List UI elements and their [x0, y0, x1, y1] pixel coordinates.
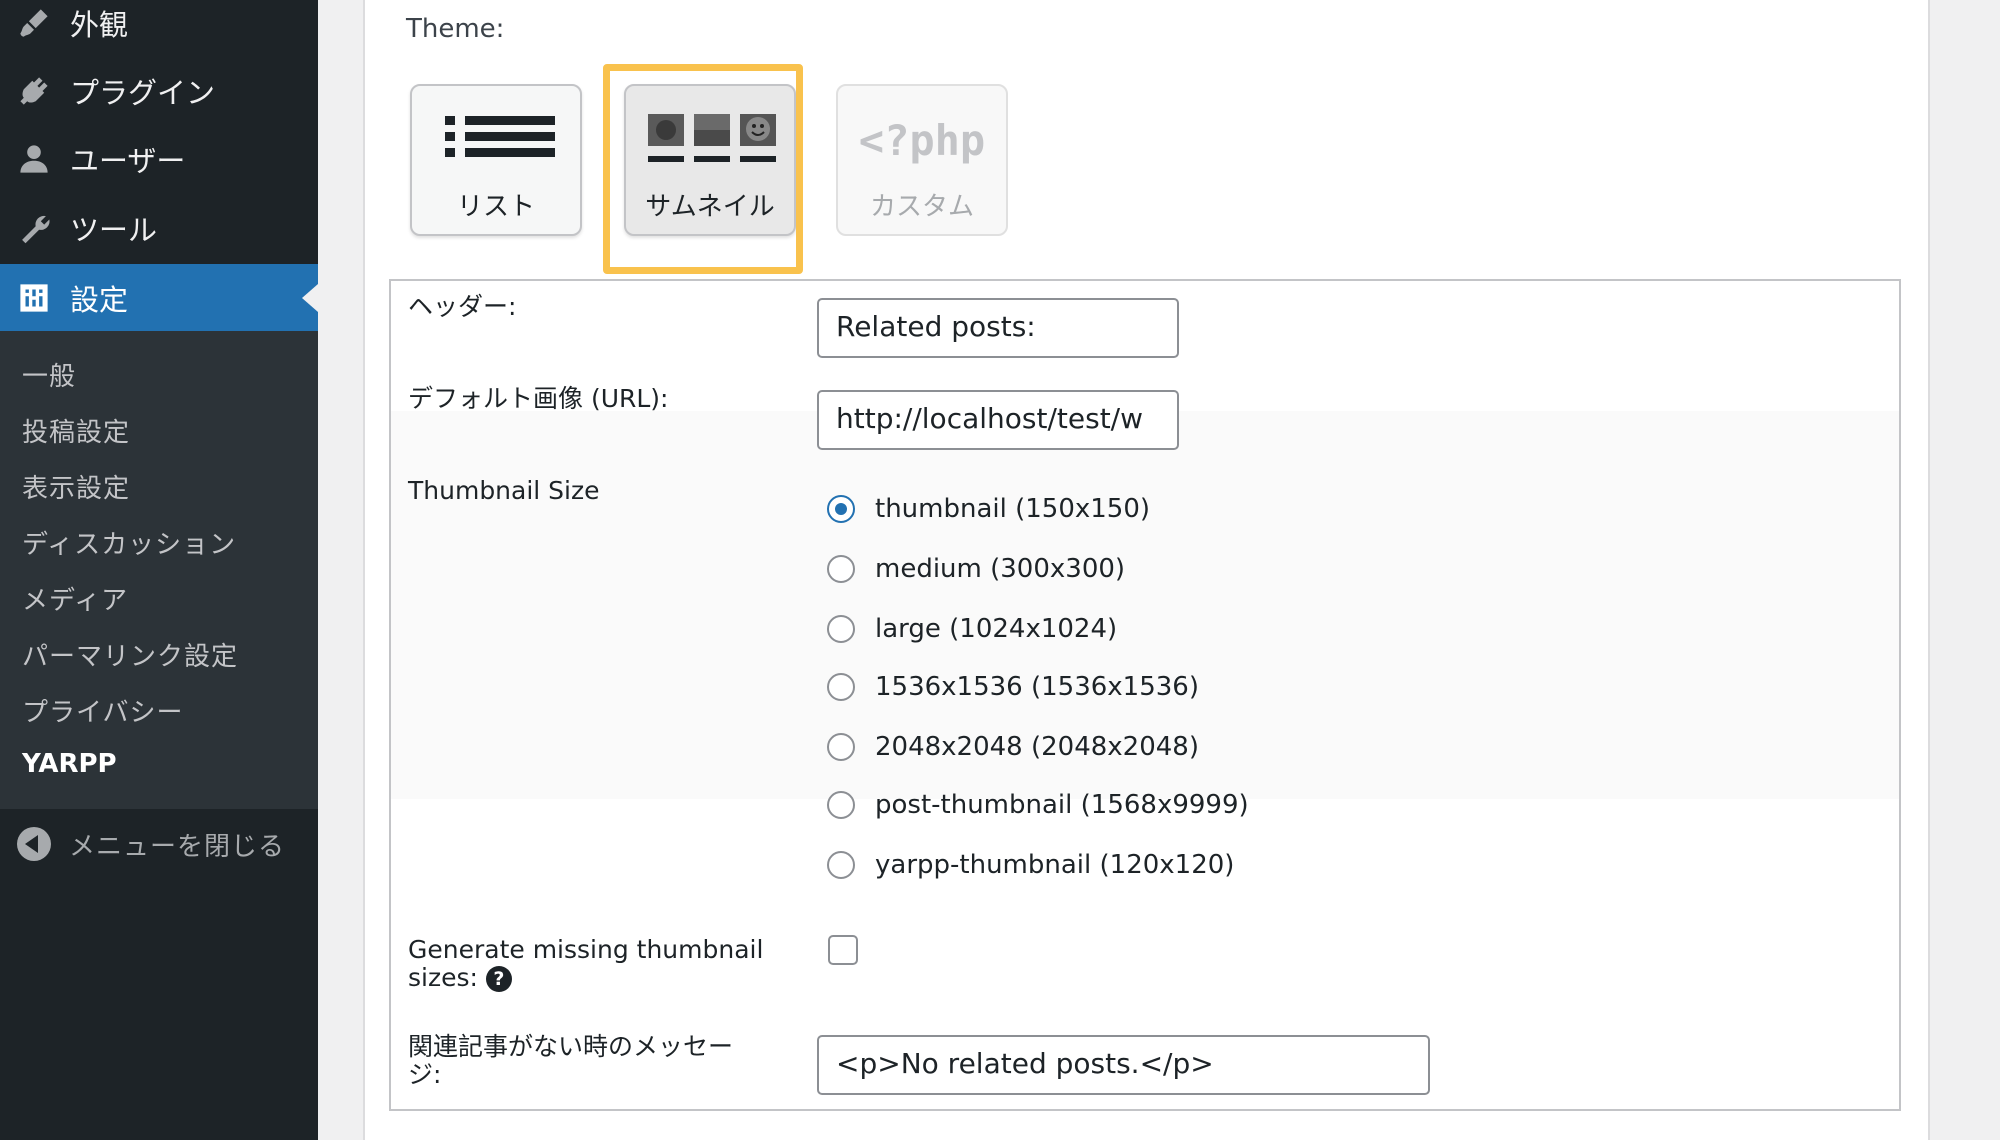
settings-submenu: 一般 投稿設定 表示設定 ディスカッション メディア パーマリンク設定 プライバ… [0, 331, 318, 809]
radio-button[interactable] [827, 495, 855, 523]
header-label: ヘッダー: [408, 292, 517, 321]
no-related-message-label: 関連記事がない時のメッセー ジ: [408, 1033, 733, 1089]
theme-label: Theme: [406, 14, 505, 44]
settings-icon [16, 280, 52, 316]
radio-label: yarpp-thumbnail (120x120) [875, 850, 1235, 880]
admin-sidebar: 外観 プラグイン ユーザー ツール 設定 一般 投稿設定 表示設定 ディスカッシ… [0, 0, 318, 1140]
collapse-menu-button[interactable]: メニューを閉じる [0, 820, 318, 868]
header-input[interactable]: Related posts: [817, 298, 1179, 358]
radio-button[interactable] [827, 851, 855, 879]
default-image-input[interactable]: http://localhost/test/w [817, 390, 1179, 450]
theme-option-label: サムネイル [645, 192, 775, 222]
radio-label: medium (300x300) [875, 554, 1126, 584]
thumbnail-size-option[interactable]: thumbnail (150x150) [827, 491, 1150, 527]
submenu-item-discussion[interactable]: ディスカッション [22, 524, 236, 561]
radio-button[interactable] [827, 555, 855, 583]
theme-option-label: カスタム [869, 192, 974, 222]
radio-label: thumbnail (150x150) [875, 494, 1151, 524]
generate-missing-label-line1: Generate missing thumbnail [408, 935, 764, 964]
thumbnails-icon [648, 114, 776, 162]
thumbnail-size-option[interactable]: yarpp-thumbnail (120x120) [827, 847, 1234, 883]
collapse-arrow-icon [17, 827, 51, 861]
generate-missing-checkbox[interactable] [828, 935, 858, 965]
no-related-label-line2: ジ: [408, 1060, 442, 1089]
radio-button[interactable] [827, 615, 855, 643]
no-related-label-line1: 関連記事がない時のメッセー [408, 1032, 734, 1061]
theme-option-list[interactable]: リスト [410, 84, 582, 236]
generate-missing-label-line2: sizes: [408, 963, 478, 992]
paintbrush-icon [16, 5, 52, 41]
radio-button[interactable] [827, 733, 855, 761]
menu-item-label: プラグイン [70, 76, 216, 110]
menu-item-label: ユーザー [70, 144, 186, 178]
thumbnail-size-option[interactable]: 2048x2048 (2048x2048) [827, 729, 1199, 765]
php-icon: <?php [858, 116, 986, 165]
list-icon [445, 116, 555, 157]
thumbnail-size-option[interactable]: large (1024x1024) [827, 611, 1117, 647]
submenu-item-reading[interactable]: 表示設定 [22, 468, 130, 505]
submenu-item-yarpp[interactable]: YARPP [22, 749, 117, 779]
menu-item-users[interactable]: ユーザー [0, 126, 318, 192]
submenu-item-general[interactable]: 一般 [22, 356, 76, 393]
thumbnail-options-box: ヘッダー: Related posts: デフォルト画像 (URL): http… [389, 279, 1901, 1111]
thumbnail-size-label: Thumbnail Size [408, 476, 600, 505]
menu-item-tools[interactable]: ツール [0, 195, 318, 261]
help-icon[interactable]: ? [485, 966, 512, 992]
menu-item-label: ツール [70, 213, 158, 247]
menu-item-settings[interactable]: 設定 [0, 264, 318, 331]
thumbnail-size-option[interactable]: medium (300x300) [827, 551, 1125, 587]
radio-label: post-thumbnail (1568x9999) [875, 790, 1249, 820]
wrench-icon [16, 210, 52, 246]
menu-item-appearance[interactable]: 外観 [0, 0, 318, 56]
radio-label: large (1024x1024) [875, 614, 1118, 644]
thumbnail-size-option[interactable]: 1536x1536 (1536x1536) [827, 669, 1199, 705]
yarpp-settings-panel: Theme: リスト サムネイル <?php カスタム ヘッダー: Relate… [363, 0, 1930, 1140]
menu-item-label: 外観 [70, 8, 129, 42]
theme-option-custom[interactable]: <?php カスタム [836, 84, 1008, 236]
submenu-item-privacy[interactable]: プライバシー [22, 692, 183, 729]
plugin-icon [16, 73, 52, 109]
radio-label: 1536x1536 (1536x1536) [875, 672, 1199, 702]
submenu-item-permalinks[interactable]: パーマリンク設定 [22, 636, 238, 673]
radio-button[interactable] [827, 791, 855, 819]
menu-item-label: 設定 [70, 282, 129, 317]
theme-option-label: リスト [456, 192, 535, 222]
no-related-message-input[interactable]: <p>No related posts.</p> [817, 1035, 1430, 1095]
submenu-item-media[interactable]: メディア [22, 580, 128, 617]
generate-missing-label: Generate missing thumbnail sizes:? [408, 936, 763, 992]
theme-option-thumbnails[interactable]: サムネイル [624, 84, 796, 236]
user-icon [16, 141, 52, 177]
menu-item-plugins[interactable]: プラグイン [0, 58, 318, 124]
radio-button[interactable] [827, 673, 855, 701]
default-image-label: デフォルト画像 (URL): [408, 384, 669, 413]
collapse-menu-label: メニューを閉じる [69, 831, 286, 862]
submenu-item-writing[interactable]: 投稿設定 [22, 412, 130, 449]
radio-label: 2048x2048 (2048x2048) [875, 732, 1199, 762]
thumbnail-size-option[interactable]: post-thumbnail (1568x9999) [827, 787, 1249, 823]
